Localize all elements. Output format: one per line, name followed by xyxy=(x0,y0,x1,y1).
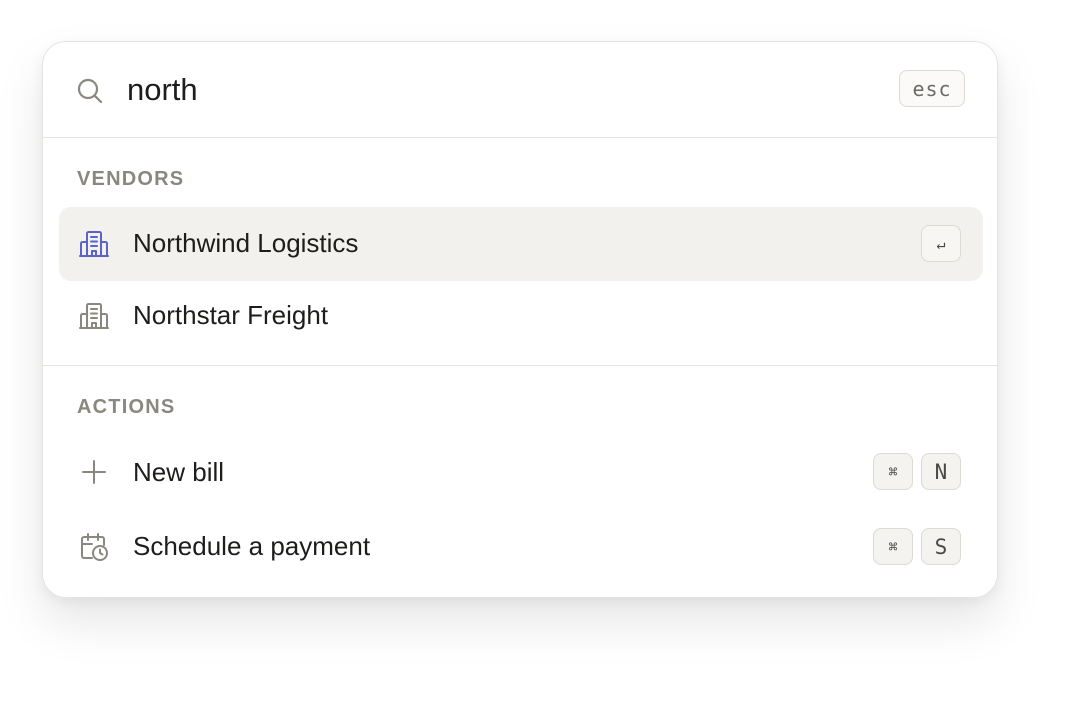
action-item-new-bill[interactable]: New bill ⌘ N xyxy=(59,435,983,509)
vendors-section-heading: VENDORS xyxy=(77,168,185,190)
vendor-item-northstar-freight[interactable]: Northstar Freight xyxy=(59,281,983,355)
n-key-hint: N xyxy=(921,453,961,490)
command-key-hint: ⌘ xyxy=(873,453,913,490)
vendor-item-northwind-logistics[interactable]: Northwind Logistics ↵ xyxy=(59,207,983,281)
action-item-label: New bill xyxy=(133,457,225,487)
vendor-item-label: Northwind Logistics xyxy=(133,228,359,258)
search-bar: esc xyxy=(43,42,997,138)
action-item-label: Schedule a payment xyxy=(133,531,371,561)
search-icon xyxy=(77,78,103,104)
building-icon xyxy=(79,303,109,329)
plus-icon xyxy=(82,460,106,484)
vendor-item-label: Northstar Freight xyxy=(133,300,329,330)
command-key-hint: ⌘ xyxy=(873,528,913,565)
action-item-schedule-payment[interactable]: Schedule a payment ⌘ S xyxy=(59,509,983,583)
calendar-clock-icon xyxy=(81,533,108,561)
enter-key-hint: ↵ xyxy=(921,225,961,262)
section-divider xyxy=(43,365,997,366)
actions-section-heading: ACTIONS xyxy=(77,396,176,418)
esc-key-hint[interactable]: esc xyxy=(899,70,965,107)
building-icon xyxy=(79,231,109,257)
command-palette: esc VENDORS Northwind Logistics ↵ No xyxy=(42,41,998,598)
search-input[interactable] xyxy=(127,68,827,112)
s-key-hint: S xyxy=(921,528,961,565)
